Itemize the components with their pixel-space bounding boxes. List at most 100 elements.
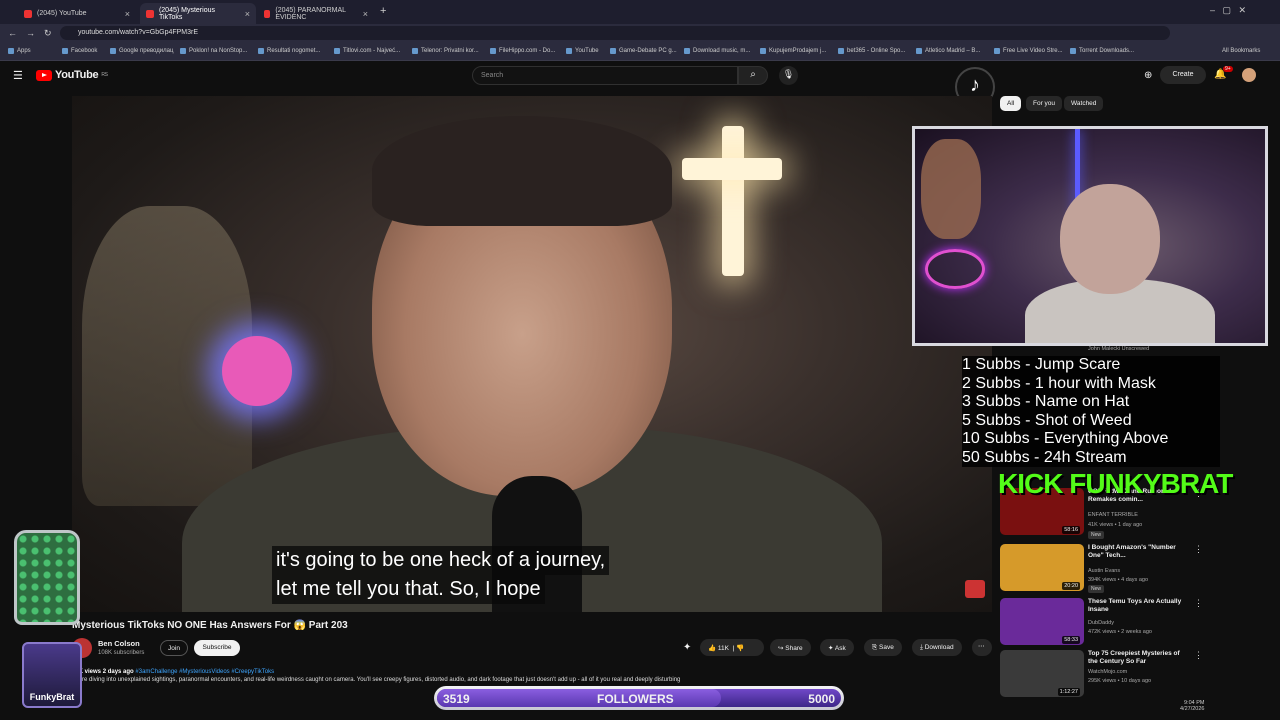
bookmark-item[interactable]: Resultati nogomet... bbox=[258, 48, 320, 54]
video-title[interactable]: I Bought Amazon's "Number One" Tech... bbox=[1088, 544, 1188, 560]
gift-icon[interactable]: ✦ bbox=[683, 642, 691, 653]
like-button[interactable]: 👍 11K | 👎 bbox=[700, 639, 764, 656]
apps-icon bbox=[8, 48, 14, 54]
goal-line: 50 Subbs - 24h Stream bbox=[962, 448, 1127, 466]
webcam-neon-sign bbox=[925, 249, 985, 289]
bookmark-item[interactable]: bet365 - Online Spo... bbox=[838, 48, 905, 54]
youtube-favicon-icon bbox=[264, 9, 271, 18]
bookmark-favicon-icon bbox=[1070, 48, 1076, 54]
goal-line: 1 Subbs - Jump Scare bbox=[962, 356, 1121, 373]
streamer-webcam-overlay bbox=[912, 126, 1268, 346]
ask-button[interactable]: ✦ Ask bbox=[820, 639, 854, 656]
more-options-icon[interactable]: ⋮ bbox=[1194, 650, 1203, 661]
bookmark-favicon-icon bbox=[180, 48, 186, 54]
close-tab-icon[interactable]: × bbox=[125, 9, 130, 19]
search-button[interactable]: ⌕ bbox=[738, 66, 768, 85]
avatar[interactable] bbox=[1242, 68, 1256, 82]
bookmark-item[interactable]: YouTube bbox=[566, 48, 599, 54]
video-player[interactable]: it's going to be one heck of a journey, … bbox=[72, 96, 992, 612]
bookmark-item[interactable]: Facebook bbox=[62, 48, 97, 54]
goal-line: 3 Subbs - Name on Hat bbox=[962, 393, 1130, 410]
new-tab-button[interactable]: + bbox=[380, 5, 386, 17]
goal-line: 5 Subbs - Shot of Weed bbox=[962, 411, 1132, 429]
bookmark-item[interactable]: Telenor: Privatni kor... bbox=[412, 48, 479, 54]
video-title[interactable]: Top 75 Creepiest Mysteries of the Centur… bbox=[1088, 650, 1188, 666]
search-input[interactable]: Search bbox=[472, 66, 738, 85]
bookmark-item[interactable]: Google преводилац bbox=[110, 48, 173, 54]
followers-bar-fill bbox=[437, 689, 722, 707]
video-channel[interactable]: ENFANT TERRIBLE bbox=[1088, 512, 1138, 518]
chip-watched[interactable]: Watched bbox=[1064, 96, 1104, 111]
recommended-video[interactable]: 1:12:27 Top 75 Creepiest Mysteries of th… bbox=[1000, 650, 1270, 698]
recommended-video[interactable]: 20:20 I Bought Amazon's "Number One" Tec… bbox=[1000, 544, 1270, 593]
save-button[interactable]: ⎘ Save bbox=[864, 639, 902, 656]
bookmark-item[interactable]: Game-Debate PC g... bbox=[610, 48, 677, 54]
back-icon[interactable]: ← bbox=[8, 28, 17, 38]
youtube-favicon-icon bbox=[146, 9, 154, 18]
close-tab-icon[interactable]: × bbox=[363, 9, 368, 19]
bookmark-item[interactable]: Atletico Madrid – B... bbox=[916, 48, 980, 54]
caption-line: it's going to be one heck of a journey, bbox=[272, 546, 610, 575]
bookmark-item[interactable]: Download music, m... bbox=[684, 48, 750, 54]
url-input[interactable]: youtube.com/watch?v=GbGp4FPM3rE bbox=[60, 26, 1170, 40]
join-button[interactable]: Join bbox=[160, 640, 188, 656]
more-actions-button[interactable]: ⋯ bbox=[972, 639, 992, 656]
tab-mysterious-tiktoks[interactable]: (2045) Mysterious TikToks × bbox=[140, 3, 256, 24]
bookmark-favicon-icon bbox=[916, 48, 922, 54]
youtube-logo[interactable]: YouTube RS bbox=[36, 69, 108, 81]
video-duration: 1:12:27 bbox=[1057, 688, 1080, 696]
cast-icon[interactable]: ⊕ bbox=[1144, 70, 1152, 81]
bookmark-item[interactable]: Torrent Downloads... bbox=[1070, 48, 1134, 54]
close-tab-icon[interactable]: × bbox=[245, 9, 250, 19]
sparkle-icon: ✦ bbox=[828, 645, 835, 652]
neon-cross-bar bbox=[682, 158, 782, 180]
new-badge: New bbox=[1088, 585, 1105, 593]
browser-tab-bar: (2045) YouTube × (2045) Mysterious TikTok… bbox=[0, 0, 1280, 24]
video-meta: 295K views • 10 days ago bbox=[1088, 678, 1152, 684]
share-button[interactable]: ↪ Share bbox=[770, 639, 811, 656]
video-channel[interactable]: WatchMojo.com bbox=[1088, 669, 1127, 675]
bookmark-favicon-icon bbox=[258, 48, 264, 54]
bookmark-favicon-icon bbox=[838, 48, 844, 54]
video-title[interactable]: These Temu Toys Are Actually Insane bbox=[1088, 598, 1188, 614]
reload-icon[interactable]: ↻ bbox=[44, 28, 52, 39]
chip-all[interactable]: All bbox=[1000, 96, 1022, 111]
subscribe-button[interactable]: Subscribe bbox=[194, 640, 240, 656]
bookmark-item[interactable]: KupujemProdajem j... bbox=[760, 48, 826, 54]
bookmark-item[interactable]: FileHippo.com - Do... bbox=[490, 48, 555, 54]
bookmark-item[interactable]: Apps bbox=[8, 48, 31, 54]
window-controls[interactable]: – ▢ ✕ bbox=[1210, 5, 1246, 16]
channel-watermark-icon[interactable] bbox=[965, 580, 985, 598]
download-button[interactable]: ⤓ Download bbox=[912, 639, 962, 656]
channel-name[interactable]: Ben Colson bbox=[98, 639, 140, 648]
video-channel[interactable]: Austin Evans bbox=[1088, 568, 1120, 574]
bookmark-item[interactable]: Poklon! na NonStop... bbox=[180, 48, 247, 54]
bookmark-favicon-icon bbox=[994, 48, 1000, 54]
video-meta: 472K views • 2 weeks ago bbox=[1088, 629, 1152, 635]
thumbs-down-icon: 👎 bbox=[736, 645, 745, 652]
search-icon: ⌕ bbox=[750, 69, 756, 80]
chip-for-you[interactable]: For you bbox=[1026, 96, 1063, 111]
tab-youtube[interactable]: (2045) YouTube × bbox=[18, 3, 136, 24]
bookmark-item[interactable]: Free Live Video Stre... bbox=[994, 48, 1063, 54]
create-button[interactable]: Create bbox=[1160, 66, 1206, 84]
video-channel[interactable]: DubDaddy bbox=[1088, 620, 1114, 626]
system-tray-clock[interactable]: 9:04 PM 4/27/2026 bbox=[1180, 700, 1204, 712]
more-options-icon[interactable]: ⋮ bbox=[1194, 544, 1203, 555]
voice-search-button[interactable]: 🎙 bbox=[779, 66, 798, 85]
bookmark-favicon-icon bbox=[566, 48, 572, 54]
youtube-favicon-icon bbox=[24, 9, 32, 18]
forward-icon[interactable]: → bbox=[26, 28, 35, 38]
webcam-poster bbox=[921, 139, 981, 239]
bookmark-icon: ⎘ bbox=[872, 644, 880, 651]
all-bookmarks[interactable]: All Bookmarks bbox=[1222, 48, 1260, 54]
webcam-streamer-head bbox=[1060, 184, 1160, 294]
neon-cross bbox=[722, 126, 744, 276]
tab-label: (2045) Mysterious TikToks bbox=[158, 6, 215, 21]
recommended-video[interactable]: 58:33 These Temu Toys Are Actually Insan… bbox=[1000, 598, 1270, 646]
more-options-icon[interactable]: ⋮ bbox=[1194, 598, 1203, 609]
tab-paranormal[interactable]: (2045) PARANORMAL EVIDENC × bbox=[258, 3, 374, 24]
menu-icon[interactable]: ☰ bbox=[13, 69, 23, 82]
mic-icon: 🎙 bbox=[782, 69, 795, 79]
bookmark-item[interactable]: Titlovi.com - Najveć... bbox=[334, 48, 400, 54]
